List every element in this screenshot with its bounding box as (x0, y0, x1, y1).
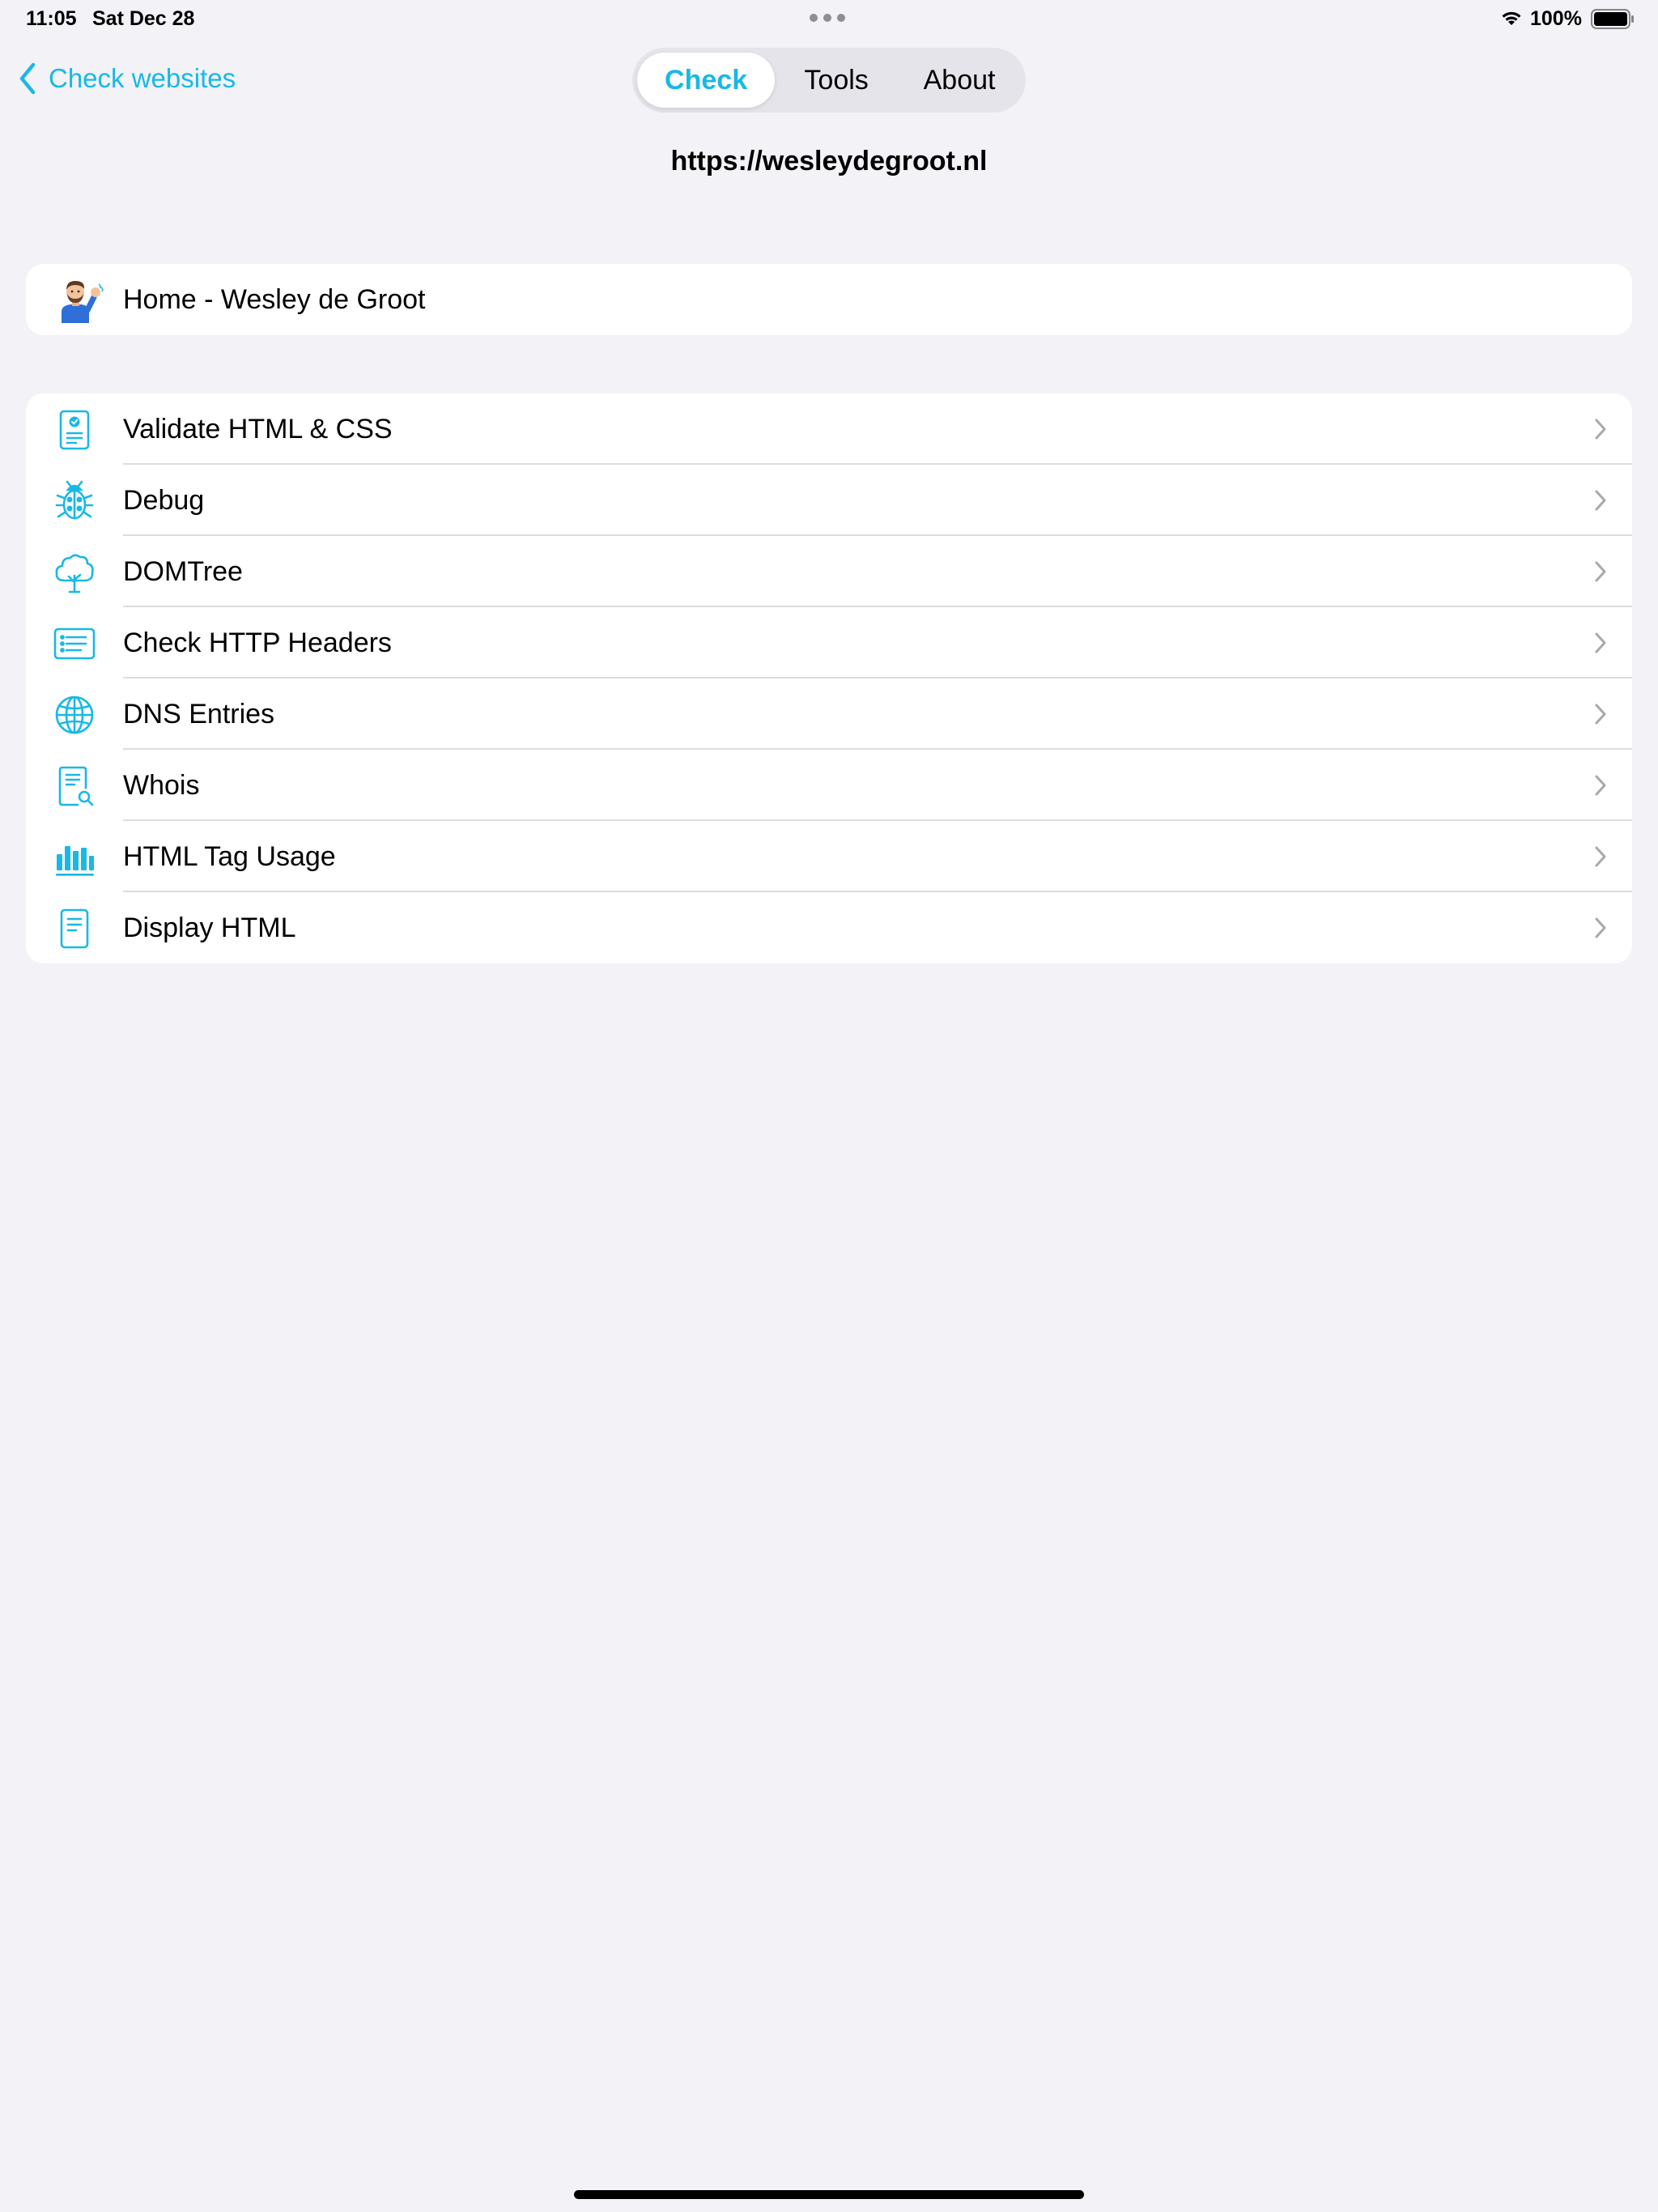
chevron-right-icon (1595, 704, 1606, 725)
list-item-html-tag-usage[interactable]: HTML Tag Usage (26, 821, 1632, 892)
actions-list: Validate HTML & CSS Debug DOMTree Check … (26, 393, 1632, 963)
list-item-label: Display HTML (123, 912, 296, 943)
bar-chart-icon (53, 836, 96, 878)
page-title: Home - Wesley de Groot (123, 283, 426, 315)
list-item-label: DNS Entries (123, 698, 275, 730)
list-item-validate-html-css[interactable]: Validate HTML & CSS (26, 393, 1632, 465)
tab-check[interactable]: Check (637, 53, 776, 108)
status-date: Sat Dec 28 (92, 7, 195, 30)
globe-icon (53, 694, 96, 736)
tab-about[interactable]: About (898, 53, 1021, 108)
battery-icon (1591, 9, 1634, 29)
status-bar: 11:05 Sat Dec 28 100% (0, 0, 1658, 39)
list-item-label: DOMTree (123, 555, 243, 587)
page-url-title: https://wesleydegroot.nl (670, 146, 988, 177)
tree-icon (53, 551, 96, 593)
chevron-right-icon (1595, 846, 1606, 867)
screen: 11:05 Sat Dec 28 100% Check websites Che… (0, 0, 1658, 2212)
list-item-label: Validate HTML & CSS (123, 413, 393, 445)
chevron-right-icon (1595, 917, 1606, 938)
memoji-avatar-icon (62, 281, 104, 323)
list-window-icon (53, 623, 96, 665)
list-item-dns-entries[interactable]: DNS Entries (26, 678, 1632, 750)
list-item-label: Check HTTP Headers (123, 627, 392, 658)
validate-document-icon (53, 409, 96, 451)
home-indicator[interactable] (574, 2190, 1084, 2199)
page-info-card: Home - Wesley de Groot (26, 264, 1632, 335)
back-button[interactable]: Check websites (18, 58, 236, 99)
battery-percentage: 100% (1530, 7, 1582, 30)
document-search-icon (53, 765, 96, 807)
chevron-right-icon (1595, 490, 1606, 511)
list-item-display-html[interactable]: Display HTML (26, 892, 1632, 963)
tab-tools[interactable]: Tools (775, 53, 898, 108)
multitasking-dots-icon[interactable] (810, 14, 845, 22)
chevron-left-icon (19, 62, 36, 95)
wifi-icon (1502, 11, 1521, 25)
back-button-label: Check websites (49, 63, 236, 93)
chevron-right-icon (1595, 561, 1606, 582)
list-item-domtree[interactable]: DOMTree (26, 536, 1632, 607)
list-item-debug[interactable]: Debug (26, 465, 1632, 536)
ladybug-icon (53, 480, 96, 522)
document-text-icon (53, 908, 96, 950)
segmented-control: Check Tools About (632, 48, 1026, 113)
list-item-label: Debug (123, 484, 205, 516)
list-item-whois[interactable]: Whois (26, 750, 1632, 821)
list-item-check-http-headers[interactable]: Check HTTP Headers (26, 607, 1632, 678)
chevron-right-icon (1595, 632, 1606, 653)
status-time: 11:05 (26, 7, 77, 30)
chevron-right-icon (1595, 775, 1606, 796)
list-item-label: Whois (123, 769, 200, 801)
list-item-label: HTML Tag Usage (123, 840, 336, 872)
chevron-right-icon (1595, 419, 1606, 440)
